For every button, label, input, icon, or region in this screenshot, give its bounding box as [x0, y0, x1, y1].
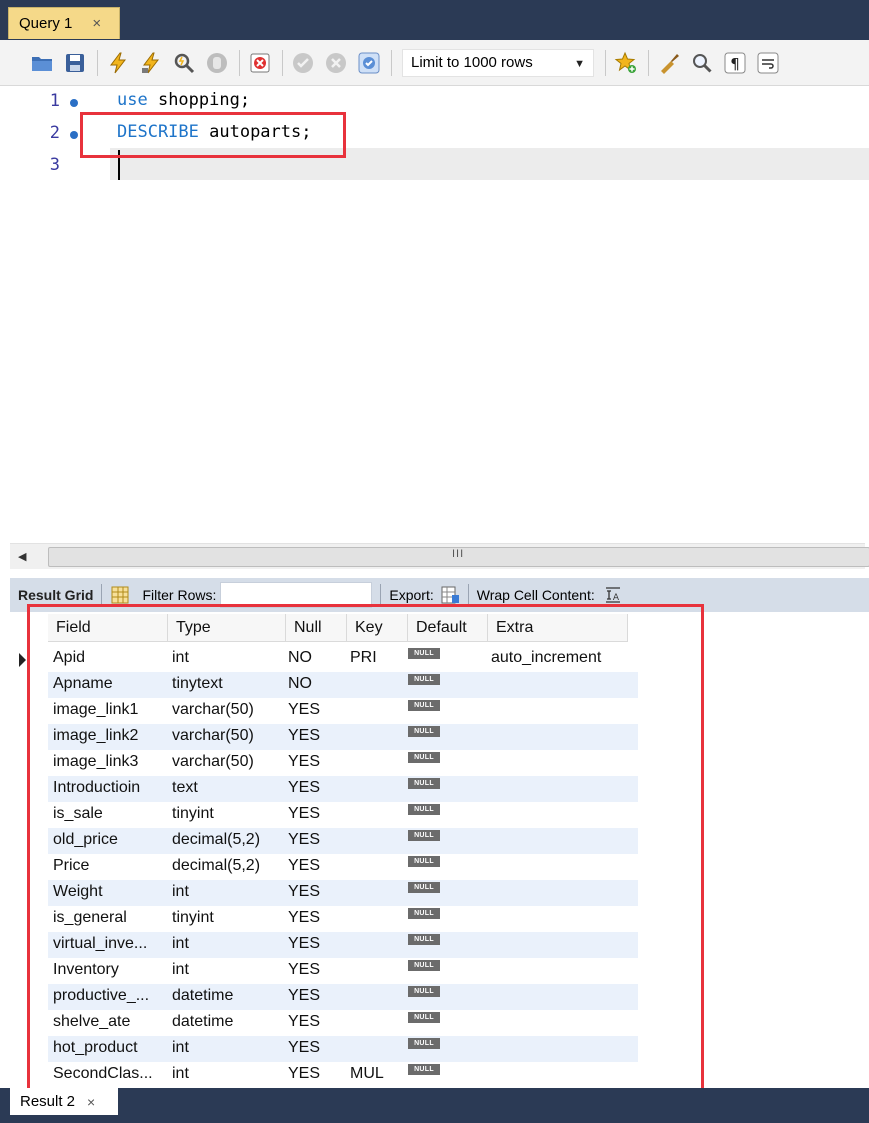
add-snippet-icon[interactable] — [612, 49, 640, 77]
open-folder-icon[interactable] — [28, 49, 56, 77]
rollback-icon[interactable] — [322, 49, 350, 77]
editor-tab-bar: Query 1 × — [0, 0, 869, 40]
annotation-box-result — [27, 604, 704, 1109]
code-text: use shopping; — [117, 90, 250, 110]
toolbar-separator — [239, 49, 240, 76]
line-number: 3 — [49, 155, 60, 175]
scroll-left-icon[interactable]: ◀ — [18, 550, 26, 563]
wrap-cell-icon[interactable]: A — [603, 585, 623, 605]
limit-rows-value: Limit to 1000 rows — [411, 54, 533, 71]
commit-icon[interactable] — [289, 49, 317, 77]
toolbar-separator — [391, 49, 392, 76]
close-icon[interactable]: × — [92, 16, 101, 31]
statement-marker-icon — [70, 99, 78, 107]
tab-result-2[interactable]: Result 2 × — [10, 1088, 118, 1115]
toggle-errors-icon[interactable] — [246, 49, 274, 77]
svg-text:A: A — [613, 593, 620, 603]
filter-rows-label: Filter Rows: — [142, 587, 217, 603]
invisible-chars-icon[interactable]: ¶ — [721, 49, 749, 77]
tab-query-1[interactable]: Query 1 × — [8, 7, 120, 39]
result-tab-bar: Result 2 × — [0, 1088, 869, 1123]
save-icon[interactable] — [61, 49, 89, 77]
limit-rows-select[interactable]: Limit to 1000 rows ▼ — [402, 48, 594, 77]
beautify-icon[interactable] — [655, 49, 683, 77]
current-row-pointer-icon — [19, 653, 26, 667]
sql-toolbar: Limit to 1000 rows ▼ ¶ — [0, 40, 869, 86]
execute-current-icon[interactable] — [137, 49, 165, 77]
svg-text:¶: ¶ — [730, 55, 740, 73]
sql-text: shopping; — [147, 90, 251, 110]
editor-horizontal-scrollbar[interactable]: ◀ III — [10, 543, 869, 569]
toolbar-separator — [605, 49, 606, 76]
sql-keyword: use — [117, 90, 148, 110]
chevron-down-icon: ▼ — [574, 57, 585, 70]
toolbar-separator — [97, 49, 98, 76]
autocommit-icon[interactable] — [355, 49, 383, 77]
find-icon[interactable] — [688, 49, 716, 77]
stop-icon[interactable] — [203, 49, 231, 77]
toolbar-separator — [648, 49, 649, 76]
annotation-box-query — [80, 112, 346, 158]
line-number: 2 — [49, 123, 60, 143]
close-icon[interactable]: × — [87, 1094, 95, 1110]
export-icon[interactable] — [440, 585, 460, 605]
tab-result-2-label: Result 2 — [20, 1093, 76, 1110]
tab-query-1-label: Query 1 — [19, 15, 73, 32]
export-label: Export: — [389, 587, 434, 603]
line-number: 1 — [49, 91, 60, 111]
scrollbar-grip: III — [452, 548, 465, 560]
execute-icon[interactable] — [104, 49, 132, 77]
toolbar-separator — [282, 49, 283, 76]
explain-icon[interactable] — [170, 49, 198, 77]
wrap-icon[interactable] — [754, 49, 782, 77]
statement-marker-icon — [70, 131, 78, 139]
wrap-cell-content-label: Wrap Cell Content: — [476, 587, 595, 603]
